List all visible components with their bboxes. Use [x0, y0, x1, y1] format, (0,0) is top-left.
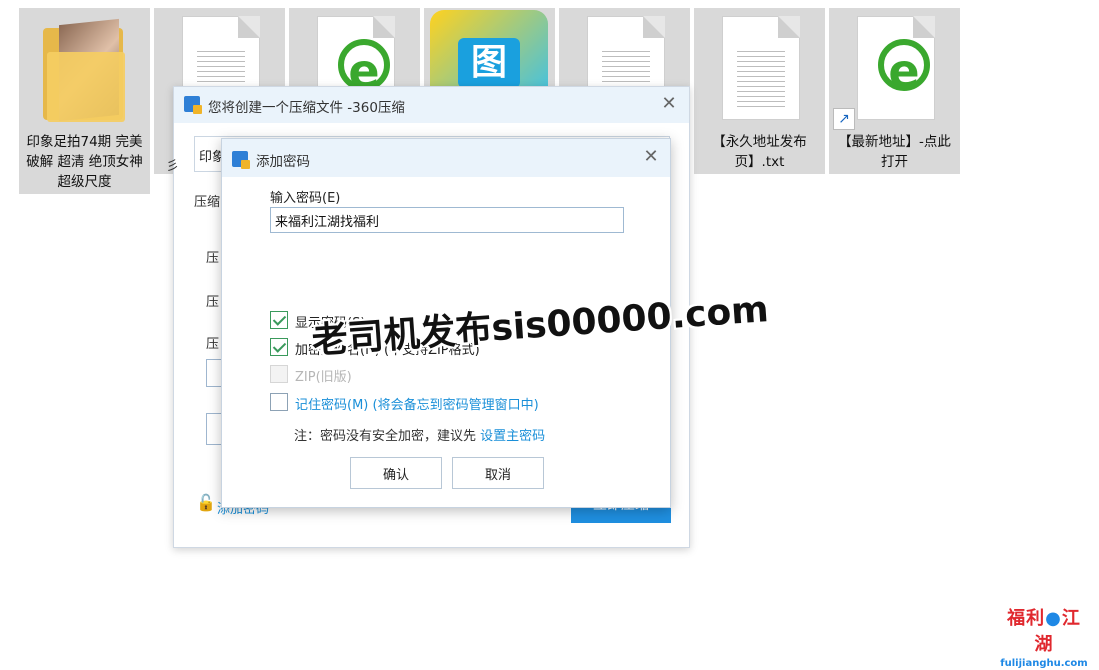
site-logo: 福利●江湖 fulijianghu.com	[998, 606, 1090, 669]
zip-legacy-checkbox	[270, 365, 288, 383]
left-label: 彡	[166, 159, 180, 174]
compress-label-2: 压	[206, 251, 220, 266]
file-name: 【永久地址发布页】.txt	[712, 134, 807, 170]
desktop-file-permanent-address[interactable]: 【永久地址发布页】.txt	[694, 8, 825, 174]
show-password-checkbox[interactable]	[270, 311, 288, 329]
password-input[interactable]	[270, 207, 624, 233]
security-note: 注：密码没有安全加密，建议先 设置主密码	[294, 425, 545, 444]
file-name: 印象足拍74期 完美破解 超清 绝顶女神超级尺度	[26, 134, 143, 190]
compress-label-1: 压缩	[194, 195, 221, 210]
encrypt-filenames-checkbox[interactable]	[270, 338, 288, 356]
add-password-title: 添加密码	[256, 154, 310, 170]
set-master-password-link[interactable]: 设置主密码	[480, 429, 545, 444]
logo-text-1: 福利	[1007, 608, 1046, 629]
mouse-icon: ●	[1045, 608, 1062, 629]
file-name: 【最新地址】-点此打开	[838, 134, 951, 170]
app-logo-icon	[184, 96, 202, 114]
add-password-titlebar: 添加密码 ✕	[222, 139, 670, 177]
remember-password-checkbox[interactable]	[270, 393, 288, 411]
confirm-button[interactable]: 确认	[350, 457, 442, 489]
text-file-icon	[722, 16, 800, 120]
compress-label-4: 压	[206, 337, 220, 352]
folder-icon	[43, 18, 129, 122]
ie-shortcut-icon: e	[857, 16, 935, 120]
app-logo-icon	[232, 151, 250, 169]
remember-password-label: 记住密码(M) (将会备忘到密码管理窗口中)	[295, 398, 539, 413]
password-label: 输入密码(E)	[270, 191, 341, 206]
desktop-file-latest-address[interactable]: e ↗ 【最新地址】-点此打开	[829, 8, 960, 174]
close-icon[interactable]: ✕	[659, 93, 679, 114]
desktop-file-folder[interactable]: 印象足拍74期 完美破解 超清 绝顶女神超级尺度	[19, 8, 150, 194]
close-icon[interactable]: ✕	[640, 146, 662, 167]
shortcut-arrow-icon: ↗	[833, 108, 855, 130]
compress-label-3: 压	[206, 295, 220, 310]
compress-dialog-titlebar: 您将创建一个压缩文件 -360压缩 ✕	[174, 87, 689, 123]
zip-legacy-label: ZIP(旧版)	[295, 370, 352, 385]
cancel-button[interactable]: 取消	[452, 457, 544, 489]
compress-dialog-title: 您将创建一个压缩文件 -360压缩	[208, 100, 405, 116]
security-note-text: 注：密码没有安全加密，建议先	[294, 429, 481, 444]
lock-icon: 🔓	[196, 493, 216, 512]
